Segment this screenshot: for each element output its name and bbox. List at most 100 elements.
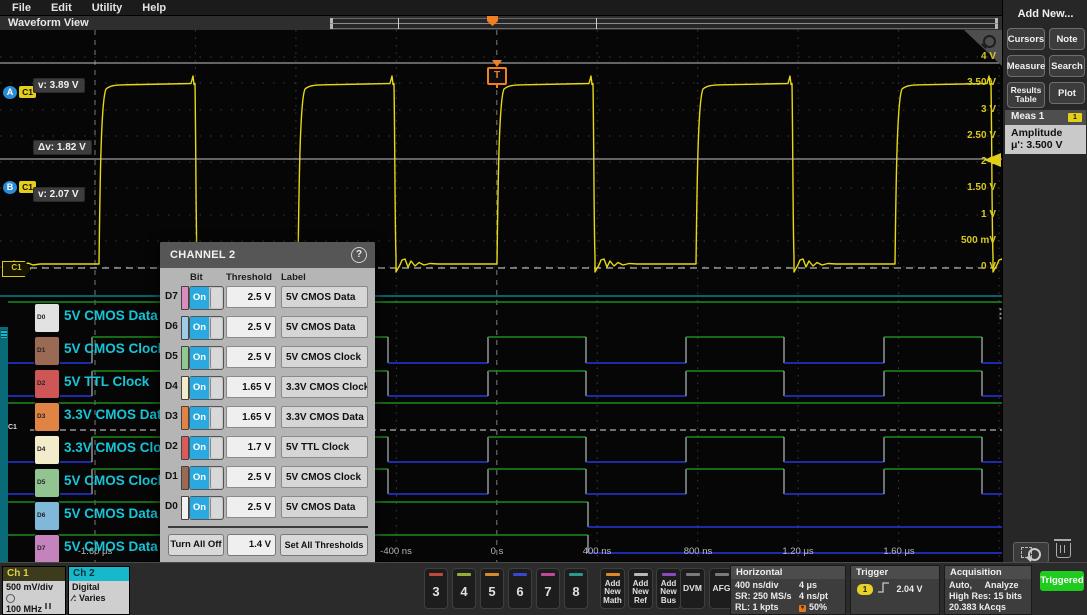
overview-midline <box>330 23 998 24</box>
measurement-badge[interactable]: Meas 1 1 Amplitude μ': 3.500 V <box>1005 110 1086 154</box>
bit-toggle-d4[interactable]: On <box>189 376 224 400</box>
label-field-d4[interactable]: 3.3V CMOS Clock <box>281 376 368 398</box>
panel-splitter-grip[interactable]: ⋮ <box>994 310 1000 332</box>
measurement-source-badge: 1 <box>1068 113 1082 122</box>
channel-button-label: 6 <box>516 584 523 599</box>
add-new-measure-button[interactable]: Measure <box>1007 55 1045 77</box>
horizontal-value-right: 4 μs <box>799 580 817 591</box>
channel1-badge[interactable]: Ch 1 500 mV/div 100 MHz <box>2 566 66 615</box>
bit-toggle-d5[interactable]: On <box>189 346 224 370</box>
bit-toggle-d7[interactable]: On <box>189 286 224 310</box>
digital-channel-swatch-d4[interactable]: D4 <box>34 435 60 465</box>
channel-button-7[interactable]: 7 <box>536 568 560 609</box>
grip-lines-icon <box>1 330 7 338</box>
add-new-cursors-button[interactable]: Cursors <box>1007 28 1045 50</box>
add-new-results-table-button[interactable]: Results Table <box>1007 82 1045 108</box>
dialog-title: CHANNEL 2 <box>170 249 235 261</box>
toggle-on-label: On <box>190 347 209 369</box>
acquisition-panel[interactable]: Acquisition Auto, Analyze High Res: 15 b… <box>944 565 1032 615</box>
bit-toggle-d1[interactable]: On <box>189 466 224 490</box>
probe-icon <box>6 594 15 603</box>
threshold-field-d0[interactable]: 2.5 V <box>226 496 276 518</box>
menu-file[interactable]: File <box>12 2 31 14</box>
horizontal-panel[interactable]: Horizontal 400 ns/div4 μsSR: 250 MS/s4 n… <box>730 565 846 615</box>
channel2-dialog: CHANNEL 2 ? Bit Threshold Label D7On2.5 … <box>160 242 375 562</box>
tab-waveform-view[interactable]: Waveform View <box>8 17 89 29</box>
threshold-field-d3[interactable]: 1.65 V <box>226 406 276 428</box>
channel2-badge[interactable]: Ch 2 Digital ∕: Varies <box>68 566 130 615</box>
label-field-d1[interactable]: 5V CMOS Clock <box>281 466 368 488</box>
channel-button-6[interactable]: 6 <box>508 568 532 609</box>
cursor-b-readout[interactable]: v: 2.07 V <box>33 187 85 202</box>
waveform-plot-area[interactable]: 4 V3.50 V3 V2.50 V2 V1.50 V1 V500 mV0 V … <box>0 30 1002 562</box>
threshold-field-d2[interactable]: 1.7 V <box>226 436 276 458</box>
settings-bar: Ch 1 500 mV/div 100 MHz Ch 2 Digital ∕: … <box>0 562 1087 615</box>
label-field-d6[interactable]: 5V CMOS Data <box>281 316 368 338</box>
menu-help[interactable]: Help <box>142 2 166 14</box>
trigger-source-badge: 1 <box>857 584 873 595</box>
trigger-position-icon: ▾ <box>799 605 806 612</box>
menu-utility[interactable]: Utility <box>92 2 123 14</box>
horizontal-overview-bar[interactable] <box>330 18 998 29</box>
add-new-math-button[interactable]: AddNewMath <box>600 568 625 609</box>
threshold-field-d1[interactable]: 2.5 V <box>226 466 276 488</box>
cursor-a-badge[interactable]: A <box>3 86 17 99</box>
dialog-header[interactable]: CHANNEL 2 ? <box>160 242 375 268</box>
label-field-d5[interactable]: 5V CMOS Clock <box>281 346 368 368</box>
help-icon[interactable]: ? <box>351 247 367 263</box>
digital-channel-swatch-d5[interactable]: D5 <box>34 468 60 498</box>
label-field-d2[interactable]: 5V TTL Clock <box>281 436 368 458</box>
voltage-label-0-v: 0 V <box>926 261 996 272</box>
measurement-title: Meas 1 <box>1011 111 1044 122</box>
cursor-b-badge[interactable]: B <box>3 181 17 194</box>
menu-edit[interactable]: Edit <box>51 2 72 14</box>
digital-channel-swatch-d0[interactable]: D0 <box>34 303 60 333</box>
bit-color-swatch <box>181 286 189 310</box>
channel-button-5[interactable]: 5 <box>480 568 504 609</box>
channel1-bandwidth: 100 MHz <box>6 604 42 614</box>
voltage-label-2-v: 2 V <box>926 156 996 167</box>
threshold-field-d6[interactable]: 2.5 V <box>226 316 276 338</box>
add-new-search-button[interactable]: Search <box>1049 55 1085 77</box>
toggle-on-label: On <box>190 467 209 489</box>
digital-channel-swatch-d7[interactable]: D7 <box>34 534 60 562</box>
digital-channel-swatch-d6[interactable]: D6 <box>34 501 60 531</box>
turn-all-off-button[interactable]: Turn All Off <box>168 534 224 556</box>
trigger-panel[interactable]: Trigger 1 2.04 V <box>850 565 940 615</box>
label-field-d7[interactable]: 5V CMOS Data <box>281 286 368 308</box>
all-threshold-field[interactable]: 1.4 V <box>227 534 276 556</box>
add-new-plot-button[interactable]: Plot <box>1049 82 1085 104</box>
digital-channel-swatch-d1[interactable]: D1 <box>34 336 60 366</box>
digital-channel-label-d5: 5V CMOS Clock <box>64 473 165 488</box>
label-field-d3[interactable]: 3.3V CMOS Data <box>281 406 368 428</box>
channel-button-4[interactable]: 4 <box>452 568 476 609</box>
bit-toggle-d3[interactable]: On <box>189 406 224 430</box>
digital-channel-swatch-d3[interactable]: D3 <box>34 402 60 432</box>
bit-color-swatch <box>181 496 189 520</box>
cursor-a-readout[interactable]: v: 3.89 V <box>33 78 85 93</box>
channel-button-8[interactable]: 8 <box>564 568 588 609</box>
horizontal-value-left: SR: 250 MS/s <box>735 591 799 602</box>
add-new-ref-button[interactable]: AddNewRef <box>628 568 653 609</box>
dvm-button[interactable]: DVM <box>680 568 705 609</box>
digital-group-ref-marker[interactable]: C1 <box>8 424 17 431</box>
digital-channel-swatch-d2[interactable]: D2 <box>34 369 60 399</box>
digital-channel-id: D4 <box>37 446 45 453</box>
label-field-d0[interactable]: 5V CMOS Data <box>281 496 368 518</box>
digital-group-handle[interactable] <box>0 327 8 562</box>
bit-toggle-d2[interactable]: On <box>189 436 224 460</box>
bit-toggle-d6[interactable]: On <box>189 316 224 340</box>
add-button-stripe <box>606 573 620 576</box>
add-new-bus-button[interactable]: AddNewBus <box>656 568 681 609</box>
threshold-field-d7[interactable]: 2.5 V <box>226 286 276 308</box>
threshold-field-d5[interactable]: 2.5 V <box>226 346 276 368</box>
threshold-field-d4[interactable]: 1.65 V <box>226 376 276 398</box>
set-all-thresholds-button[interactable]: Set All Thresholds <box>280 534 368 556</box>
bit-toggle-d0[interactable]: On <box>189 496 224 520</box>
channel-button-3[interactable]: 3 <box>424 568 448 609</box>
channel-button-label: 5 <box>488 584 495 599</box>
bit-color-swatch <box>181 376 189 400</box>
draw-zoom-box-button[interactable] <box>1013 542 1049 563</box>
trash-icon[interactable] <box>1056 543 1071 558</box>
add-new-note-button[interactable]: Note <box>1049 28 1085 50</box>
